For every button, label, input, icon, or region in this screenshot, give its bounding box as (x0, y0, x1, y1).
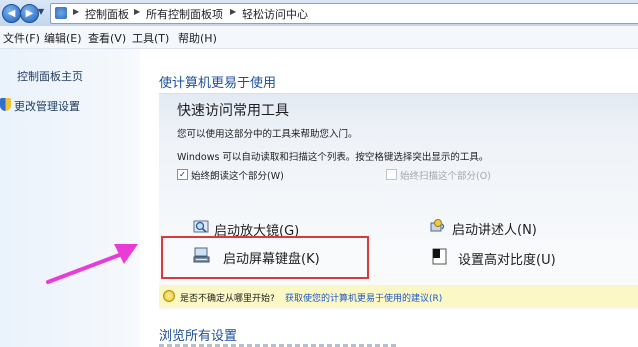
breadcrumb-control-panel[interactable]: 控制面板 (85, 6, 129, 22)
sidebar: 控制面板主页 更改管理设置 (0, 49, 140, 347)
sidebar-item-control-panel-home[interactable]: 控制面板主页 (17, 68, 83, 84)
read-aloud-label[interactable]: 始终朗读这个部分(W) (191, 168, 284, 182)
highlight-box (161, 236, 369, 279)
browse-settings-heading: 浏览所有设置 (159, 329, 238, 344)
contrast-icon[interactable] (431, 248, 448, 265)
read-aloud-checkbox[interactable]: ✓ (177, 169, 188, 180)
menu-tools[interactable]: 工具(T) (132, 30, 169, 46)
scan-description: Windows 可以自动读取和扫描这个列表。按空格键选择突出显示的工具。 (177, 152, 489, 163)
hint-question: 是否不确定从哪里开始? (180, 294, 275, 304)
address-bar[interactable]: ▶ 控制面板 ▶ 所有控制面板项 ▶ 轻松访问中心 (50, 3, 638, 24)
address-toolbar: ◀ ▶ ▼ ▶ 控制面板 ▶ 所有控制面板项 ▶ 轻松访问中心 (0, 0, 638, 27)
narrator-icon[interactable] (430, 218, 447, 235)
hint-bar: 是否不确定从哪里开始? 获取使您的计算机更易于使用的建议(R) (159, 285, 638, 308)
chevron-right-icon[interactable]: ▶ (230, 7, 236, 16)
start-narrator-link[interactable]: 启动讲述人(N) (452, 219, 537, 238)
set-high-contrast-link[interactable]: 设置高对比度(U) (458, 249, 556, 268)
back-button[interactable]: ◀ (2, 4, 21, 23)
breadcrumb-ease-of-access[interactable]: 轻松访问中心 (242, 6, 308, 22)
menu-bar: 文件(F) 编辑(E) 查看(V) 工具(T) 帮助(H) (0, 26, 638, 49)
chevron-right-icon[interactable]: ▶ (73, 7, 79, 16)
chevron-right-icon[interactable]: ▶ (134, 7, 140, 16)
section-description: 您可以使用这部分中的工具来帮助您入门。 (177, 129, 358, 140)
shield-icon (0, 98, 11, 111)
forward-button[interactable]: ▶ (20, 4, 39, 23)
sidebar-item-change-admin-settings[interactable]: 更改管理设置 (14, 98, 80, 114)
scan-checkbox[interactable] (386, 169, 397, 180)
lightbulb-icon (163, 290, 175, 302)
get-recommendations-link[interactable]: 获取使您的计算机更易于使用的建议(R) (285, 291, 442, 304)
control-panel-icon (55, 7, 67, 19)
menu-view[interactable]: 查看(V) (88, 30, 126, 46)
main-content: 使计算机更易于使用 快速访问常用工具 您可以使用这部分中的工具来帮助您入门。 W… (140, 49, 638, 347)
page-title: 使计算机更易于使用 (159, 76, 277, 91)
scan-label[interactable]: 始终扫描这个部分(O) (400, 168, 491, 182)
magnifier-icon[interactable] (193, 219, 210, 236)
arrow-annotation-icon (46, 244, 138, 284)
breadcrumb-all-items[interactable]: 所有控制面板项 (146, 6, 223, 22)
menu-file[interactable]: 文件(F) (3, 30, 40, 46)
menu-help[interactable]: 帮助(H) (178, 30, 217, 46)
menu-edit[interactable]: 编辑(E) (44, 30, 82, 46)
recent-pages-dropdown[interactable]: ▼ (38, 7, 44, 16)
section-title: 快速访问常用工具 (177, 103, 289, 119)
